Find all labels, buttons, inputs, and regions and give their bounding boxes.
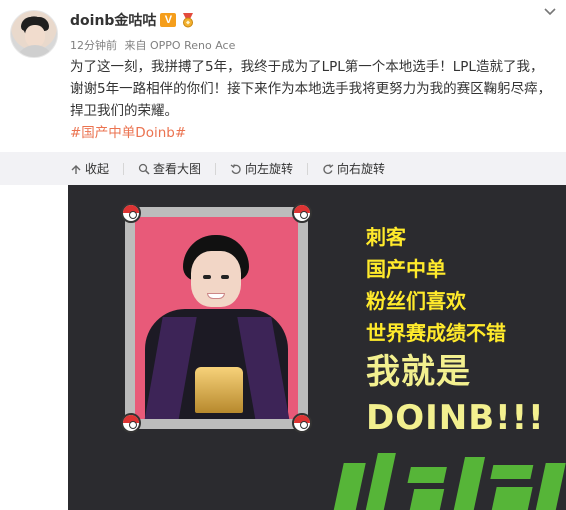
v-badge-icon: V bbox=[160, 13, 177, 27]
divider bbox=[307, 162, 309, 175]
caption-line: 国产中单 bbox=[366, 257, 446, 281]
divider bbox=[123, 162, 125, 175]
rotate-left-label: 向左旋转 bbox=[245, 162, 294, 176]
player-photo bbox=[135, 217, 298, 419]
image-toolbar: 收起 查看大图 向左旋转 向右旋转 bbox=[0, 152, 566, 185]
user-line: doinb金咕咕 V bbox=[70, 10, 196, 30]
collapse-button[interactable]: 收起 bbox=[70, 160, 109, 177]
pokeball-icon bbox=[121, 203, 141, 223]
rotate-left-icon bbox=[230, 163, 241, 174]
username[interactable]: doinb金咕咕 bbox=[70, 10, 156, 30]
post-source: 来自 OPPO Reno Ace bbox=[124, 39, 236, 52]
caption-line: 刺客 bbox=[366, 225, 406, 249]
caption-line: 世界赛成绩不错 bbox=[366, 321, 506, 345]
rotate-left-button[interactable]: 向左旋转 bbox=[230, 160, 293, 177]
pokeball-icon bbox=[292, 413, 312, 433]
rotate-right-button[interactable]: 向右旋转 bbox=[322, 160, 385, 177]
post-meta: 12分钟前 来自 OPPO Reno Ace bbox=[70, 37, 239, 53]
zoom-icon bbox=[138, 163, 150, 175]
view-large-button[interactable]: 查看大图 bbox=[138, 160, 201, 177]
caption-big: 我就是 bbox=[366, 352, 471, 392]
post-image[interactable]: 刺客 国产中单 粉丝们喜欢 世界赛成绩不错 我就是 DOINB!!! bbox=[68, 185, 566, 510]
content-line: 捍卫我们的荣耀。 bbox=[70, 103, 178, 119]
photo-frame bbox=[121, 203, 312, 433]
avatar-face bbox=[25, 25, 45, 47]
green-graffiti-decoration bbox=[333, 453, 566, 510]
caption-line: 粉丝们喜欢 bbox=[366, 289, 466, 313]
content-line: 谢谢5年一路相伴的你们！接下来作为本地选手我将更努力为我的赛区鞠躬尽瘁， bbox=[70, 81, 552, 97]
player-eye bbox=[221, 275, 229, 279]
caption-big: DOINB!!! bbox=[366, 398, 545, 438]
player-eye bbox=[203, 275, 211, 279]
collapse-label: 收起 bbox=[85, 162, 110, 176]
rotate-right-label: 向右旋转 bbox=[337, 162, 386, 176]
hashtag-link[interactable]: #国产中单Doinb# bbox=[70, 122, 560, 144]
avatar-body bbox=[15, 45, 55, 57]
post-content: 为了这一刻，我拼搏了5年，我终于成为了LPL第一个本地选手！LPL造就了我， 谢… bbox=[70, 56, 560, 144]
view-large-label: 查看大图 bbox=[153, 162, 202, 176]
chevron-down-icon[interactable] bbox=[542, 6, 558, 18]
divider bbox=[215, 162, 217, 175]
collapse-icon bbox=[71, 164, 81, 174]
pokeball-icon bbox=[121, 413, 141, 433]
rotate-right-icon bbox=[323, 163, 334, 174]
content-line: 为了这一刻，我拼搏了5年，我终于成为了LPL第一个本地选手！LPL造就了我， bbox=[70, 59, 544, 75]
medal-icon bbox=[183, 13, 194, 28]
pokeball-icon bbox=[292, 203, 312, 223]
trophy bbox=[195, 367, 243, 413]
avatar[interactable] bbox=[10, 10, 58, 58]
image-caption: 刺客 国产中单 粉丝们喜欢 世界赛成绩不错 我就是 DOINB!!! bbox=[366, 221, 545, 441]
post-time[interactable]: 12分钟前 bbox=[70, 39, 117, 52]
